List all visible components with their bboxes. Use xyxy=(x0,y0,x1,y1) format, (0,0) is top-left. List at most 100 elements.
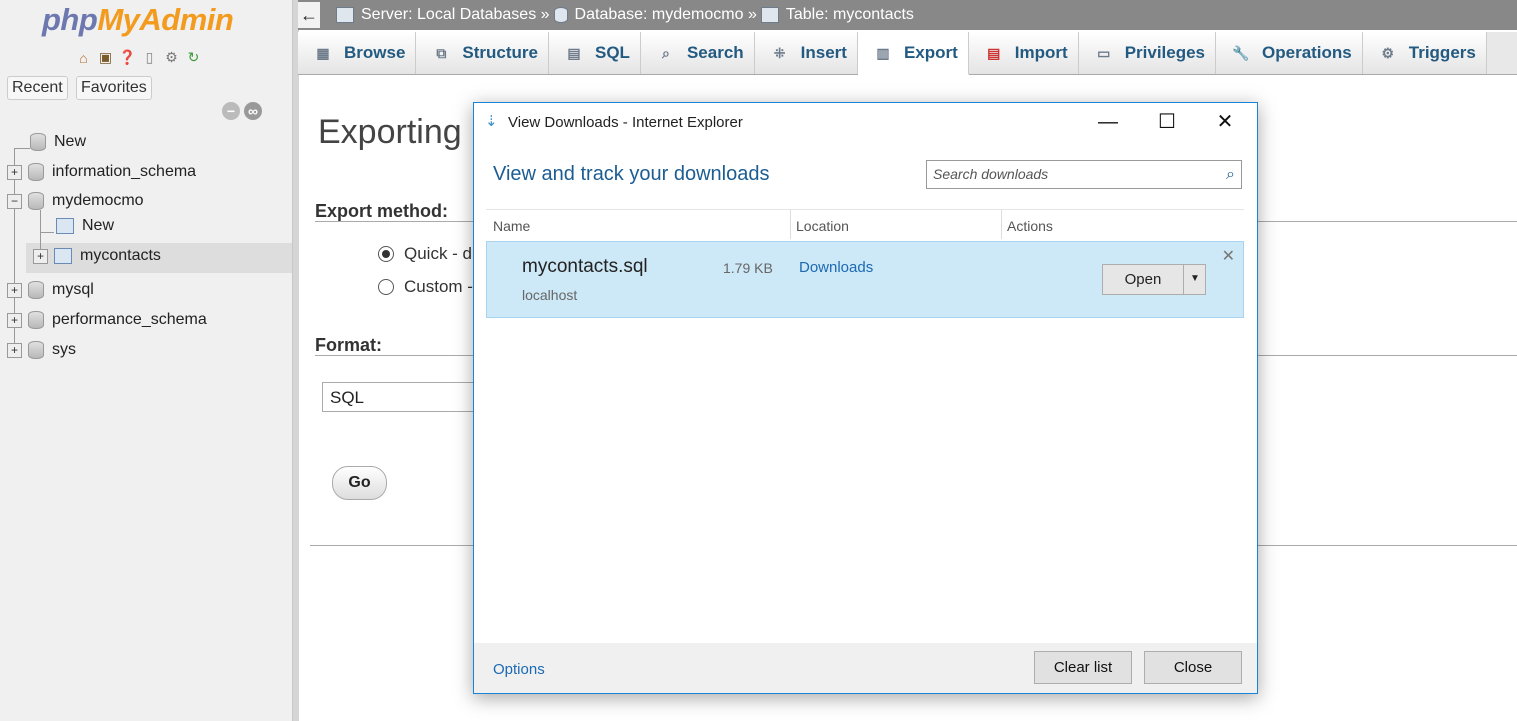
phpmyadmin-logo[interactable]: phpMyAdmin xyxy=(42,2,234,38)
tree-controls: − ∞ xyxy=(222,102,262,120)
search-icon[interactable]: ⌕ xyxy=(1226,161,1235,188)
minimize-button[interactable]: — xyxy=(1085,103,1131,143)
tree-item-label: sys xyxy=(52,341,76,358)
radio-label: Quick - di xyxy=(404,244,476,263)
download-item[interactable]: mycontacts.sql 1.79 KB localhost Downloa… xyxy=(486,241,1244,318)
recent-button[interactable]: Recent xyxy=(7,76,68,100)
docs-icon[interactable]: ▯ xyxy=(140,48,159,67)
header-divider xyxy=(486,209,1244,210)
close-button[interactable]: Close xyxy=(1144,651,1242,684)
expand-icon[interactable]: + xyxy=(33,248,48,264)
favorites-button[interactable]: Favorites xyxy=(76,76,152,100)
open-split-button[interactable]: Open ▼ xyxy=(1102,264,1206,295)
nav-icon-bar: ⌂ ▣ ❓ ▯ ⚙ ↻ xyxy=(74,48,203,67)
breadcrumb-database[interactable]: Database: mydemocmo » xyxy=(575,0,757,30)
download-size: 1.79 KB xyxy=(723,260,773,276)
maximize-button[interactable]: ☐ xyxy=(1144,103,1190,143)
tab-sql[interactable]: ▤ SQL xyxy=(549,32,641,74)
breadcrumb-bar: ← Server: Local Databases » Database: my… xyxy=(298,0,1517,30)
database-icon xyxy=(28,341,44,359)
radio-unchecked-icon xyxy=(378,279,394,295)
column-separator xyxy=(790,209,791,239)
download-filename: mycontacts.sql xyxy=(522,256,648,277)
logout-icon[interactable]: ▣ xyxy=(96,48,115,67)
tree-item-information-schema[interactable]: + information_schema xyxy=(7,159,196,185)
collapse-icon[interactable]: − xyxy=(7,193,22,209)
dialog-title: View Downloads - Internet Explorer xyxy=(508,114,743,131)
chevron-down-icon[interactable]: ▼ xyxy=(1183,265,1206,294)
breadcrumb-server[interactable]: Server: Local Databases » xyxy=(361,0,550,30)
tab-export[interactable]: ▥ Export xyxy=(857,32,969,75)
go-button[interactable]: Go xyxy=(332,466,387,500)
search-placeholder: Search downloads xyxy=(933,166,1049,182)
tree-item-performance-schema[interactable]: + performance_schema xyxy=(7,307,207,333)
structure-icon: ⧉ xyxy=(436,44,447,61)
database-icon xyxy=(28,281,44,299)
breadcrumb: Server: Local Databases » Database: myde… xyxy=(336,0,914,30)
options-link[interactable]: Options xyxy=(493,661,545,678)
tree-item-label: performance_schema xyxy=(52,311,207,328)
table-icon xyxy=(760,7,779,23)
search-icon: ⌕ xyxy=(662,44,670,61)
tree-item-mysql[interactable]: + mysql xyxy=(7,277,94,303)
tab-label: Structure xyxy=(462,43,538,62)
expand-icon[interactable]: + xyxy=(7,312,22,328)
tab-browse[interactable]: ▦ Browse xyxy=(298,32,417,74)
expand-icon[interactable]: + xyxy=(7,164,22,180)
remove-item-icon[interactable]: ✕ xyxy=(1222,246,1235,266)
tree-item-mycontacts[interactable]: + mycontacts xyxy=(33,243,161,269)
tab-search[interactable]: ⌕ Search xyxy=(640,32,755,74)
tree-item-label: mysql xyxy=(52,281,94,298)
dialog-titlebar[interactable]: ⇣ View Downloads - Internet Explorer — ☐… xyxy=(474,103,1257,143)
tree-item-new-table[interactable]: New xyxy=(56,213,114,239)
column-header-location[interactable]: Location xyxy=(796,209,849,239)
table-new-icon xyxy=(56,218,74,234)
tab-label: Privileges xyxy=(1124,43,1206,62)
open-button[interactable]: Open xyxy=(1103,265,1183,294)
tab-import[interactable]: ▤ Import xyxy=(968,32,1079,74)
quick-export-radio[interactable]: Quick - di xyxy=(378,244,476,264)
page-title: Exporting r xyxy=(318,113,483,151)
tree-item-label: New xyxy=(82,217,115,234)
tab-label: SQL xyxy=(595,43,630,62)
expand-icon[interactable]: + xyxy=(7,282,22,298)
tree-item-sys[interactable]: + sys xyxy=(7,337,76,363)
reload-icon[interactable]: ↻ xyxy=(184,48,203,67)
close-window-button[interactable]: ✕ xyxy=(1202,103,1248,143)
home-icon[interactable]: ⌂ xyxy=(74,48,93,67)
browse-icon: ▦ xyxy=(316,44,330,61)
column-separator xyxy=(1001,209,1002,239)
tab-label: Insert xyxy=(800,43,847,62)
tree-item-mydemocmo[interactable]: − mydemocmo xyxy=(7,188,144,214)
operations-icon: 🔧 xyxy=(1232,44,1250,61)
search-downloads-input[interactable]: Search downloads ⌕ xyxy=(926,160,1242,189)
tab-label: Operations xyxy=(1262,43,1352,62)
breadcrumb-table[interactable]: Table: mycontacts xyxy=(786,0,914,30)
clear-list-button[interactable]: Clear list xyxy=(1034,651,1132,684)
table-icon xyxy=(54,248,72,264)
download-location-link[interactable]: Downloads xyxy=(799,259,873,276)
link-icon[interactable]: ∞ xyxy=(244,102,262,120)
settings-icon[interactable]: ⚙ xyxy=(162,48,181,67)
expand-icon[interactable]: + xyxy=(7,342,22,358)
tree-item-new-database[interactable]: New xyxy=(30,129,86,155)
import-icon: ▤ xyxy=(987,44,1001,61)
radio-label: Custom - xyxy=(404,277,473,296)
custom-export-radio[interactable]: Custom - xyxy=(378,277,473,297)
dialog-heading: View and track your downloads xyxy=(493,163,770,185)
column-header-actions: Actions xyxy=(1007,218,1053,234)
back-arrow-icon[interactable]: ← xyxy=(298,2,321,28)
collapse-all-icon[interactable]: − xyxy=(222,102,240,120)
column-header-name[interactable]: Name xyxy=(493,209,530,239)
tab-privileges[interactable]: ▭ Privileges xyxy=(1078,32,1217,74)
tab-structure[interactable]: ⧉ Structure xyxy=(416,32,549,74)
tab-insert[interactable]: ⁜ Insert xyxy=(754,32,858,74)
help-icon[interactable]: ❓ xyxy=(118,48,137,67)
tab-operations[interactable]: 🔧 Operations xyxy=(1216,32,1363,74)
tab-triggers[interactable]: ⚙ Triggers xyxy=(1362,32,1487,74)
format-heading: Format: xyxy=(315,335,382,355)
tree-item-label: mycontacts xyxy=(80,247,161,264)
tree-line xyxy=(40,232,54,233)
export-icon: ▥ xyxy=(876,44,890,61)
server-icon xyxy=(336,7,354,23)
